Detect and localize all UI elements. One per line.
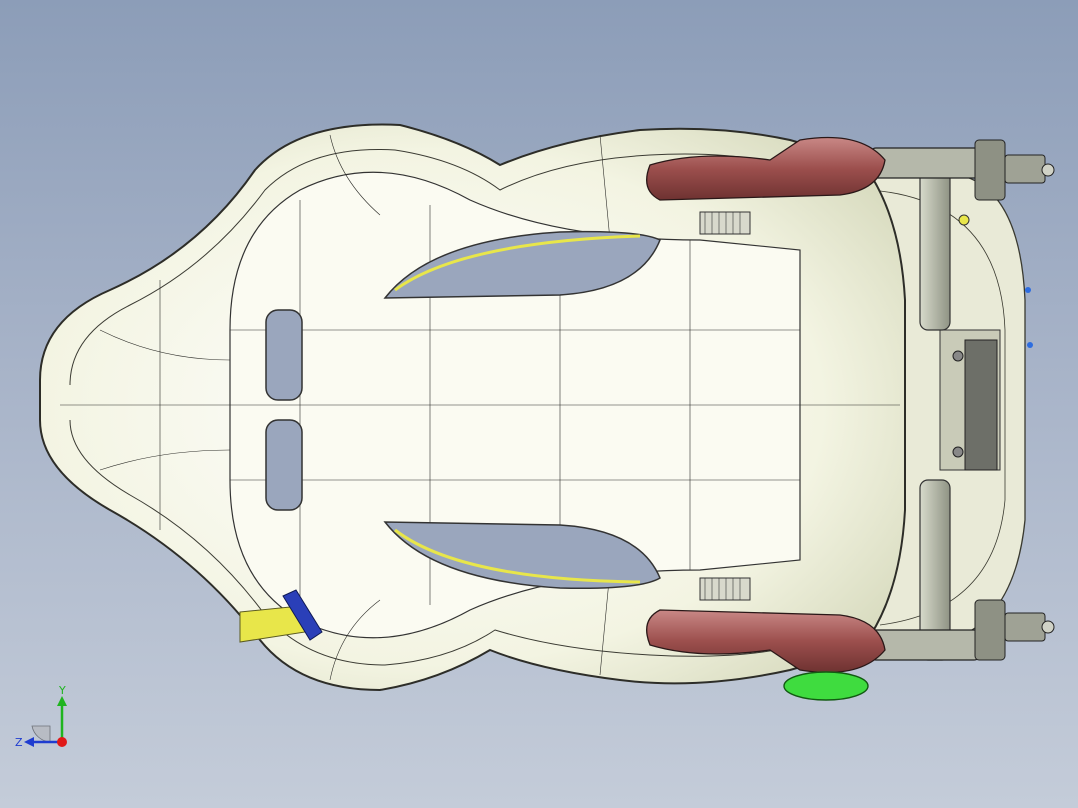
- y-axis-arrowhead: [57, 696, 67, 706]
- seat-model-view[interactable]: [0, 0, 1078, 808]
- connector-marker-icon: [1025, 287, 1031, 293]
- view-orientation-icon: [31, 725, 51, 743]
- adjustment-knob[interactable]: [783, 671, 869, 701]
- z-axis-arrowhead: [24, 737, 34, 747]
- z-axis-label: Z: [15, 736, 23, 749]
- y-axis-label: Y: [58, 684, 66, 697]
- seat-shell[interactable]: [39, 123, 906, 692]
- connector-marker-icon: [1027, 342, 1033, 348]
- axis-triad[interactable]: Y Z: [10, 684, 80, 754]
- warning-label-icon: [958, 214, 970, 226]
- belt-guide-top: [699, 211, 751, 235]
- cad-3d-viewport[interactable]: Y Z: [0, 0, 1078, 808]
- x-axis-point: [57, 737, 67, 747]
- belt-guide-bottom: [699, 577, 751, 601]
